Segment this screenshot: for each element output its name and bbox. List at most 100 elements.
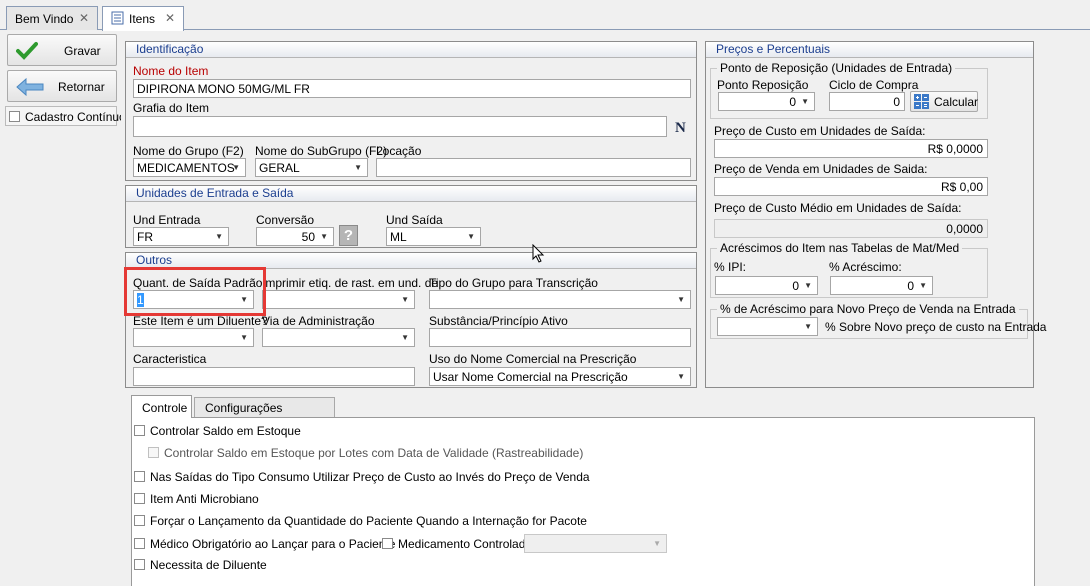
medico-checkbox[interactable] [134, 538, 145, 549]
continuous-option[interactable]: Cadastro Contínuo [5, 106, 126, 126]
saldo-checkbox[interactable] [134, 425, 145, 436]
via-select[interactable]: ▼ [262, 328, 415, 347]
grafia-field[interactable] [133, 116, 667, 137]
diluente-checkbox[interactable] [134, 559, 145, 570]
novo-preco-legend: % de Acréscimo para Novo Preço de Venda … [717, 302, 1019, 316]
medico-label: Médico Obrigatório ao Lançar para o Paci… [150, 537, 396, 551]
subgrupo-label: Nome do SubGrupo (F2) [255, 144, 388, 158]
chevron-down-icon: ▼ [354, 163, 362, 172]
uso-value: Usar Nome Comercial na Prescrição [433, 370, 628, 384]
ciclo-field[interactable]: 0 [829, 92, 905, 111]
chevron-down-icon: ▼ [320, 232, 328, 241]
tab-label: Itens [129, 12, 156, 26]
acrescimo-field[interactable]: 0 ▼ [830, 276, 933, 295]
imprimir-select[interactable]: ▼ [262, 290, 415, 309]
check-icon [16, 42, 38, 60]
grupo-select[interactable]: MEDICAMENTOS ▼ [133, 158, 246, 177]
locacao-label: Locação [376, 144, 422, 158]
ponto-field[interactable]: 0 ▼ [718, 92, 815, 111]
tab-bem-vindo[interactable]: Bem Vindo ✕ [6, 6, 98, 30]
uso-label: Uso do Nome Comercial na Prescrição [429, 352, 637, 366]
venda-label: Preço de Venda em Unidades de Saida: [714, 162, 928, 176]
saida-label: Und Saída [386, 213, 443, 227]
ponto-value: 0 [789, 95, 796, 109]
saida-select[interactable]: ML ▼ [386, 227, 481, 246]
nome-value: DIPIRONA MONO 50MG/ML FR [137, 82, 310, 96]
antimicrobiano-label: Item Anti Microbiano [150, 492, 259, 506]
ipi-field[interactable]: 0 ▼ [715, 276, 818, 295]
back-button[interactable]: Retornar [7, 70, 117, 102]
calculator-icon [914, 94, 929, 109]
chevron-down-icon: ▼ [653, 539, 661, 548]
close-icon[interactable]: ✕ [165, 11, 175, 25]
document-icon [111, 11, 124, 25]
forcar-label: Forçar o Lançamento da Quantidade do Pac… [150, 514, 587, 528]
controlado-select: ▼ [524, 534, 667, 553]
save-button[interactable]: Gravar [7, 34, 117, 66]
conversao-field[interactable]: 50 ▼ [256, 227, 334, 246]
nome-label: Nome do Item [133, 64, 209, 78]
grafia-label: Grafia do Item [133, 101, 210, 115]
quant-select[interactable]: 1 ▼ [133, 290, 254, 309]
ipi-label: % IPI: [714, 260, 747, 274]
chevron-down-icon: ▼ [804, 281, 812, 290]
diluente-label: Este Item é um Diluente? [133, 314, 268, 328]
uso-select[interactable]: Usar Nome Comercial na Prescrição ▼ [429, 367, 691, 386]
caracteristica-field[interactable] [133, 367, 415, 386]
custo-medio-field: 0,0000 [714, 219, 988, 238]
entrada-select[interactable]: FR ▼ [133, 227, 229, 246]
locacao-field[interactable] [376, 158, 691, 177]
outros-title: Outros [126, 253, 696, 269]
antimicrobiano-checkbox[interactable] [134, 493, 145, 504]
calcular-label: Calcular [934, 95, 979, 109]
substancia-field[interactable] [429, 328, 691, 347]
continuous-checkbox[interactable] [9, 111, 20, 122]
chevron-down-icon: ▼ [801, 97, 809, 106]
venda-value: R$ 0,00 [940, 180, 983, 194]
ipi-value: 0 [792, 279, 799, 293]
unidades-title: Unidades de Entrada e Saída [126, 186, 696, 202]
conversao-value: 50 [301, 230, 315, 244]
lotes-checkbox [148, 447, 159, 458]
tab-itens[interactable]: Itens ✕ [102, 6, 184, 31]
chevron-down-icon: ▼ [467, 232, 475, 241]
chevron-down-icon: ▼ [240, 333, 248, 342]
entrada-value: FR [137, 230, 153, 244]
close-icon[interactable]: ✕ [79, 11, 89, 25]
ciclo-value: 0 [893, 95, 900, 109]
chevron-down-icon: ▼ [919, 281, 927, 290]
imprimir-label: Imprimir etiq. de rast. em und. de [262, 276, 439, 290]
diluente-select[interactable]: ▼ [133, 328, 254, 347]
custo-medio-label: Preço de Custo Médio em Unidades de Saíd… [714, 201, 962, 215]
lotes-label: Controlar Saldo em Estoque por Lotes com… [164, 446, 584, 460]
chevron-down-icon: ▼ [677, 372, 685, 381]
forcar-checkbox[interactable] [134, 515, 145, 526]
venda-field[interactable]: R$ 0,00 [714, 177, 988, 196]
svg-text:N: N [675, 120, 686, 135]
substancia-label: Substância/Princípio Ativo [429, 314, 568, 328]
grupo-value: MEDICAMENTOS [137, 161, 235, 175]
calcular-button[interactable]: Calcular [910, 91, 978, 112]
subgrupo-select[interactable]: GERAL ▼ [255, 158, 368, 177]
chevron-down-icon: ▼ [232, 163, 240, 172]
diluente-check-label: Necessita de Diluente [150, 558, 267, 572]
n-icon[interactable]: N [673, 119, 689, 135]
novo-preco-select[interactable]: ▼ [717, 317, 818, 336]
via-label: Via de Administração [262, 314, 375, 328]
acrescimo-value: 0 [907, 279, 914, 293]
save-label: Gravar [64, 44, 101, 58]
controlado-checkbox[interactable] [382, 538, 393, 549]
tipo-grupo-select[interactable]: ▼ [429, 290, 691, 309]
back-label: Retornar [58, 80, 105, 94]
ponto-label: Ponto Reposição [717, 78, 809, 92]
tab-configuracoes[interactable]: Configurações Adicionais [194, 397, 335, 429]
nome-field[interactable]: DIPIRONA MONO 50MG/ML FR [133, 79, 691, 98]
tab-controle[interactable]: Controle [131, 395, 192, 418]
cursor-icon [532, 244, 545, 263]
custo-field[interactable]: R$ 0,0000 [714, 139, 988, 158]
chevron-down-icon: ▼ [401, 295, 409, 304]
tab-label: Controle [142, 401, 188, 415]
consumo-checkbox[interactable] [134, 471, 145, 482]
question-icon[interactable]: ? [339, 225, 358, 246]
entrada-label: Und Entrada [133, 213, 201, 227]
